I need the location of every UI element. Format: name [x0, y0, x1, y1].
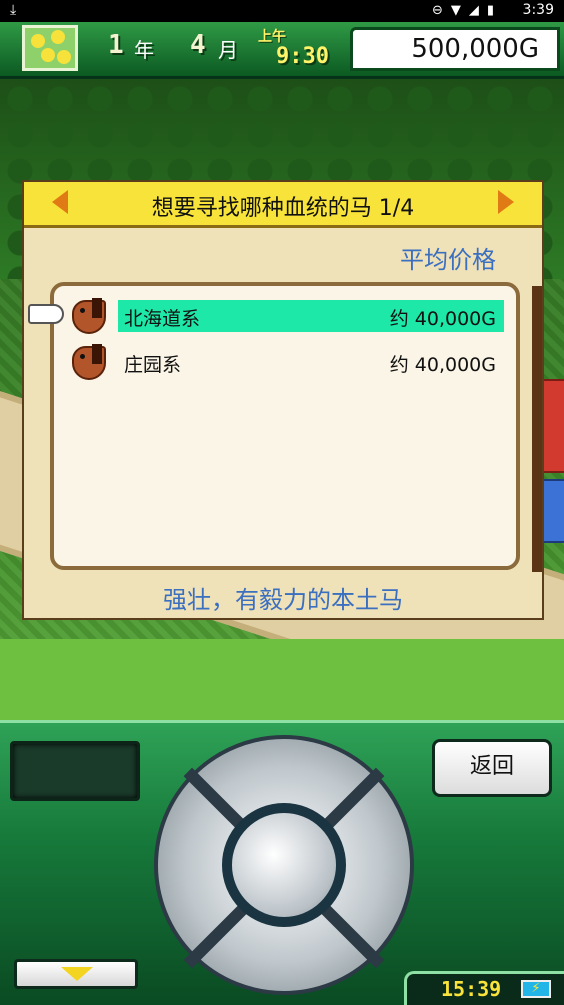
- list-item-hokkaido[interactable]: 北海道系 约 40,000G: [118, 300, 504, 332]
- season-flower-icon[interactable]: [22, 25, 78, 71]
- battery-charging-icon: ⚡: [521, 980, 551, 998]
- item-price: 约 40,000G: [389, 354, 496, 376]
- control-panel: 返回 15:39 ⚡: [0, 720, 564, 1005]
- status-time: 3:39: [522, 2, 554, 18]
- chevron-down-icon: [61, 967, 93, 981]
- wifi-icon: ▼: [450, 3, 461, 18]
- item-name: 庄园系: [124, 354, 182, 376]
- month-unit: 月: [218, 38, 238, 62]
- status-bar: ⤓ ⊖ ▼ ◢ ▮ 3:39: [0, 0, 564, 22]
- item-name: 北海道系: [124, 308, 201, 330]
- scrollbar[interactable]: [532, 286, 542, 572]
- bloodline-list: 北海道系 约 40,000G 庄园系 约 40,000G: [28, 282, 542, 572]
- signal-icon: ◢: [468, 3, 479, 18]
- year-number: 1: [108, 30, 124, 60]
- status-icons: ⊖ ▼ ◢ ▮: [432, 3, 494, 18]
- column-header-price: 平均价格: [400, 246, 496, 274]
- dpad-control[interactable]: [154, 735, 414, 995]
- ampm-label: 上午: [258, 29, 286, 45]
- list-item-manor[interactable]: 庄园系 约 40,000G: [118, 346, 504, 378]
- game-clock: 9:30: [276, 44, 329, 69]
- money-display: 500,000G: [350, 27, 560, 71]
- month-number: 4: [190, 30, 206, 60]
- dialog-title-bar: 想要寻找哪种血统的马 1/4: [24, 182, 542, 228]
- dialog-title: 想要寻找哪种血统的马 1/4: [151, 196, 415, 221]
- dnd-icon: ⊖: [431, 3, 443, 18]
- dpad-center-button[interactable]: [222, 803, 346, 927]
- device-clock-time: 15:39: [441, 977, 502, 1001]
- item-price: 约 40,000G: [389, 308, 496, 330]
- next-page-arrow-icon[interactable]: [498, 190, 514, 214]
- device-clock: 15:39 ⚡: [404, 971, 564, 1005]
- horse-icon: [66, 342, 106, 380]
- back-button[interactable]: 返回: [432, 739, 552, 797]
- lawn-area: [0, 639, 564, 720]
- battery-icon: ▮: [486, 3, 494, 18]
- horse-icon: [66, 296, 106, 334]
- download-icon: ⤓: [10, 2, 17, 18]
- info-screen: [10, 741, 140, 801]
- bloodline-description: 强壮，有毅力的本土马: [163, 586, 403, 614]
- hand-pointer-icon: [28, 304, 64, 324]
- bloodline-dialog: 想要寻找哪种血统的马 1/4 平均价格 北海道系 约 40,000G 庄园系 约…: [22, 180, 544, 620]
- top-hud: 1 年 4 月 上午 9:30 500,000G: [0, 22, 564, 79]
- year-unit: 年: [134, 38, 154, 62]
- menu-toggle-button[interactable]: [14, 959, 138, 989]
